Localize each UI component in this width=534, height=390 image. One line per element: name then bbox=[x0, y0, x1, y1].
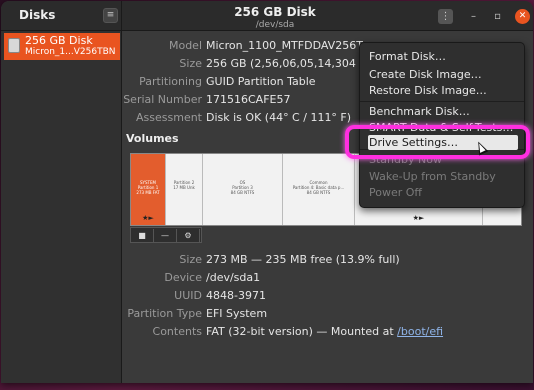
assessment-value: Disk is OK (44° C / 111° F) bbox=[206, 111, 352, 124]
sidebar-item-disk[interactable]: 256 GB Disk Micron_1...V256TBN bbox=[4, 33, 120, 60]
minus-icon[interactable]: — bbox=[154, 229, 177, 243]
maximize-icon[interactable]: ▫ bbox=[490, 9, 505, 24]
header-bar: Disks ≡ 256 GB Disk /dev/sda ⋮ – ▫ ✕ bbox=[1, 1, 533, 31]
menu-item-create-disk-image[interactable]: Create Disk Image… bbox=[369, 68, 482, 81]
contents-value: FAT (32-bit version) — Mounted at /boot/… bbox=[206, 325, 443, 338]
partitioning-value: GUID Partition Table bbox=[206, 75, 316, 88]
partition-marker: ★► bbox=[142, 214, 154, 222]
volumes-heading: Volumes bbox=[126, 132, 179, 145]
volume-size-label: Size bbox=[179, 253, 202, 266]
partition-segment[interactable]: Partition 2 17 MB Unk bbox=[166, 154, 203, 225]
partition-segment[interactable]: OS Partition 3 84 GB NTFS bbox=[203, 154, 283, 225]
sidebar-item-sublabel: Micron_1...V256TBN bbox=[25, 47, 116, 57]
highlight-annotation bbox=[345, 125, 530, 159]
size-label: Size bbox=[179, 57, 202, 70]
gears-icon[interactable]: ⚙ bbox=[177, 229, 200, 243]
partition-type-value: EFI System bbox=[206, 307, 268, 320]
sidebar-header: Disks ≡ bbox=[1, 1, 122, 31]
partition-label: 273 MB FAT bbox=[136, 190, 160, 195]
partition-label: 17 MB Unk bbox=[173, 185, 195, 190]
partition-label: 84 GB NTFS bbox=[230, 190, 255, 195]
partition-type-label: Partition Type bbox=[127, 307, 202, 320]
hamburger-icon[interactable]: ≡ bbox=[103, 8, 118, 23]
menu-item-wake-up-from-standby: Wake-Up from Standby bbox=[369, 170, 496, 183]
menu-separator bbox=[360, 101, 524, 102]
partition-label: 84 GB NTFS bbox=[306, 190, 331, 195]
model-label: Model bbox=[168, 39, 202, 52]
partition-segment[interactable]: Common Partition 4: Basic data p... 84 GB … bbox=[283, 154, 355, 225]
uuid-value: 4848-3971 bbox=[206, 289, 266, 302]
window-title: 256 GB Disk /dev/sda bbox=[122, 5, 428, 30]
app-title: Disks bbox=[19, 8, 56, 22]
size-value: 256 GB (2,56,06,05,14,304 b bbox=[206, 57, 367, 70]
partition-segment[interactable]: SYSTEM Partition 1 273 MB FAT ★► bbox=[131, 154, 166, 225]
minimize-icon[interactable]: – bbox=[466, 9, 481, 24]
contents-text: FAT (32-bit version) — Mounted at bbox=[206, 325, 398, 338]
drive-icon bbox=[8, 38, 20, 53]
uuid-label: UUID bbox=[174, 289, 202, 302]
assessment-label: Assessment bbox=[136, 111, 202, 124]
close-icon[interactable]: ✕ bbox=[515, 9, 530, 24]
volume-toolbar: ■ — ⚙ bbox=[130, 227, 202, 243]
menu-item-restore-disk-image[interactable]: Restore Disk Image… bbox=[369, 84, 487, 97]
mount-point-link[interactable]: /boot/efi bbox=[397, 325, 443, 338]
partition-marker: ★► bbox=[412, 214, 425, 222]
sidebar: 256 GB Disk Micron_1...V256TBN bbox=[1, 31, 122, 383]
partitioning-label: Partitioning bbox=[139, 75, 202, 88]
model-value: Micron_1100_MTFDDAV256T bbox=[206, 39, 363, 52]
drive-title: 256 GB Disk bbox=[234, 5, 316, 19]
menu-item-power-off: Power Off bbox=[369, 186, 422, 199]
contents-label: Contents bbox=[152, 325, 202, 338]
drive-device-path: /dev/sda bbox=[255, 20, 295, 30]
serial-label: Serial Number bbox=[123, 93, 202, 106]
stop-icon[interactable]: ■ bbox=[131, 229, 154, 243]
sidebar-item-label: 256 GB Disk bbox=[25, 34, 93, 47]
menu-item-benchmark-disk[interactable]: Benchmark Disk… bbox=[369, 105, 470, 118]
serial-value: 171516CAFE57 bbox=[206, 93, 291, 106]
disks-window: Disks ≡ 256 GB Disk /dev/sda ⋮ – ▫ ✕ 256… bbox=[1, 1, 533, 383]
volume-size-value: 273 MB — 235 MB free (13.9% full) bbox=[206, 253, 400, 266]
device-value: /dev/sda1 bbox=[206, 271, 261, 284]
menu-item-format-disk[interactable]: Format Disk… bbox=[369, 50, 446, 63]
vertical-dots-icon[interactable]: ⋮ bbox=[438, 9, 453, 24]
device-label: Device bbox=[164, 271, 202, 284]
